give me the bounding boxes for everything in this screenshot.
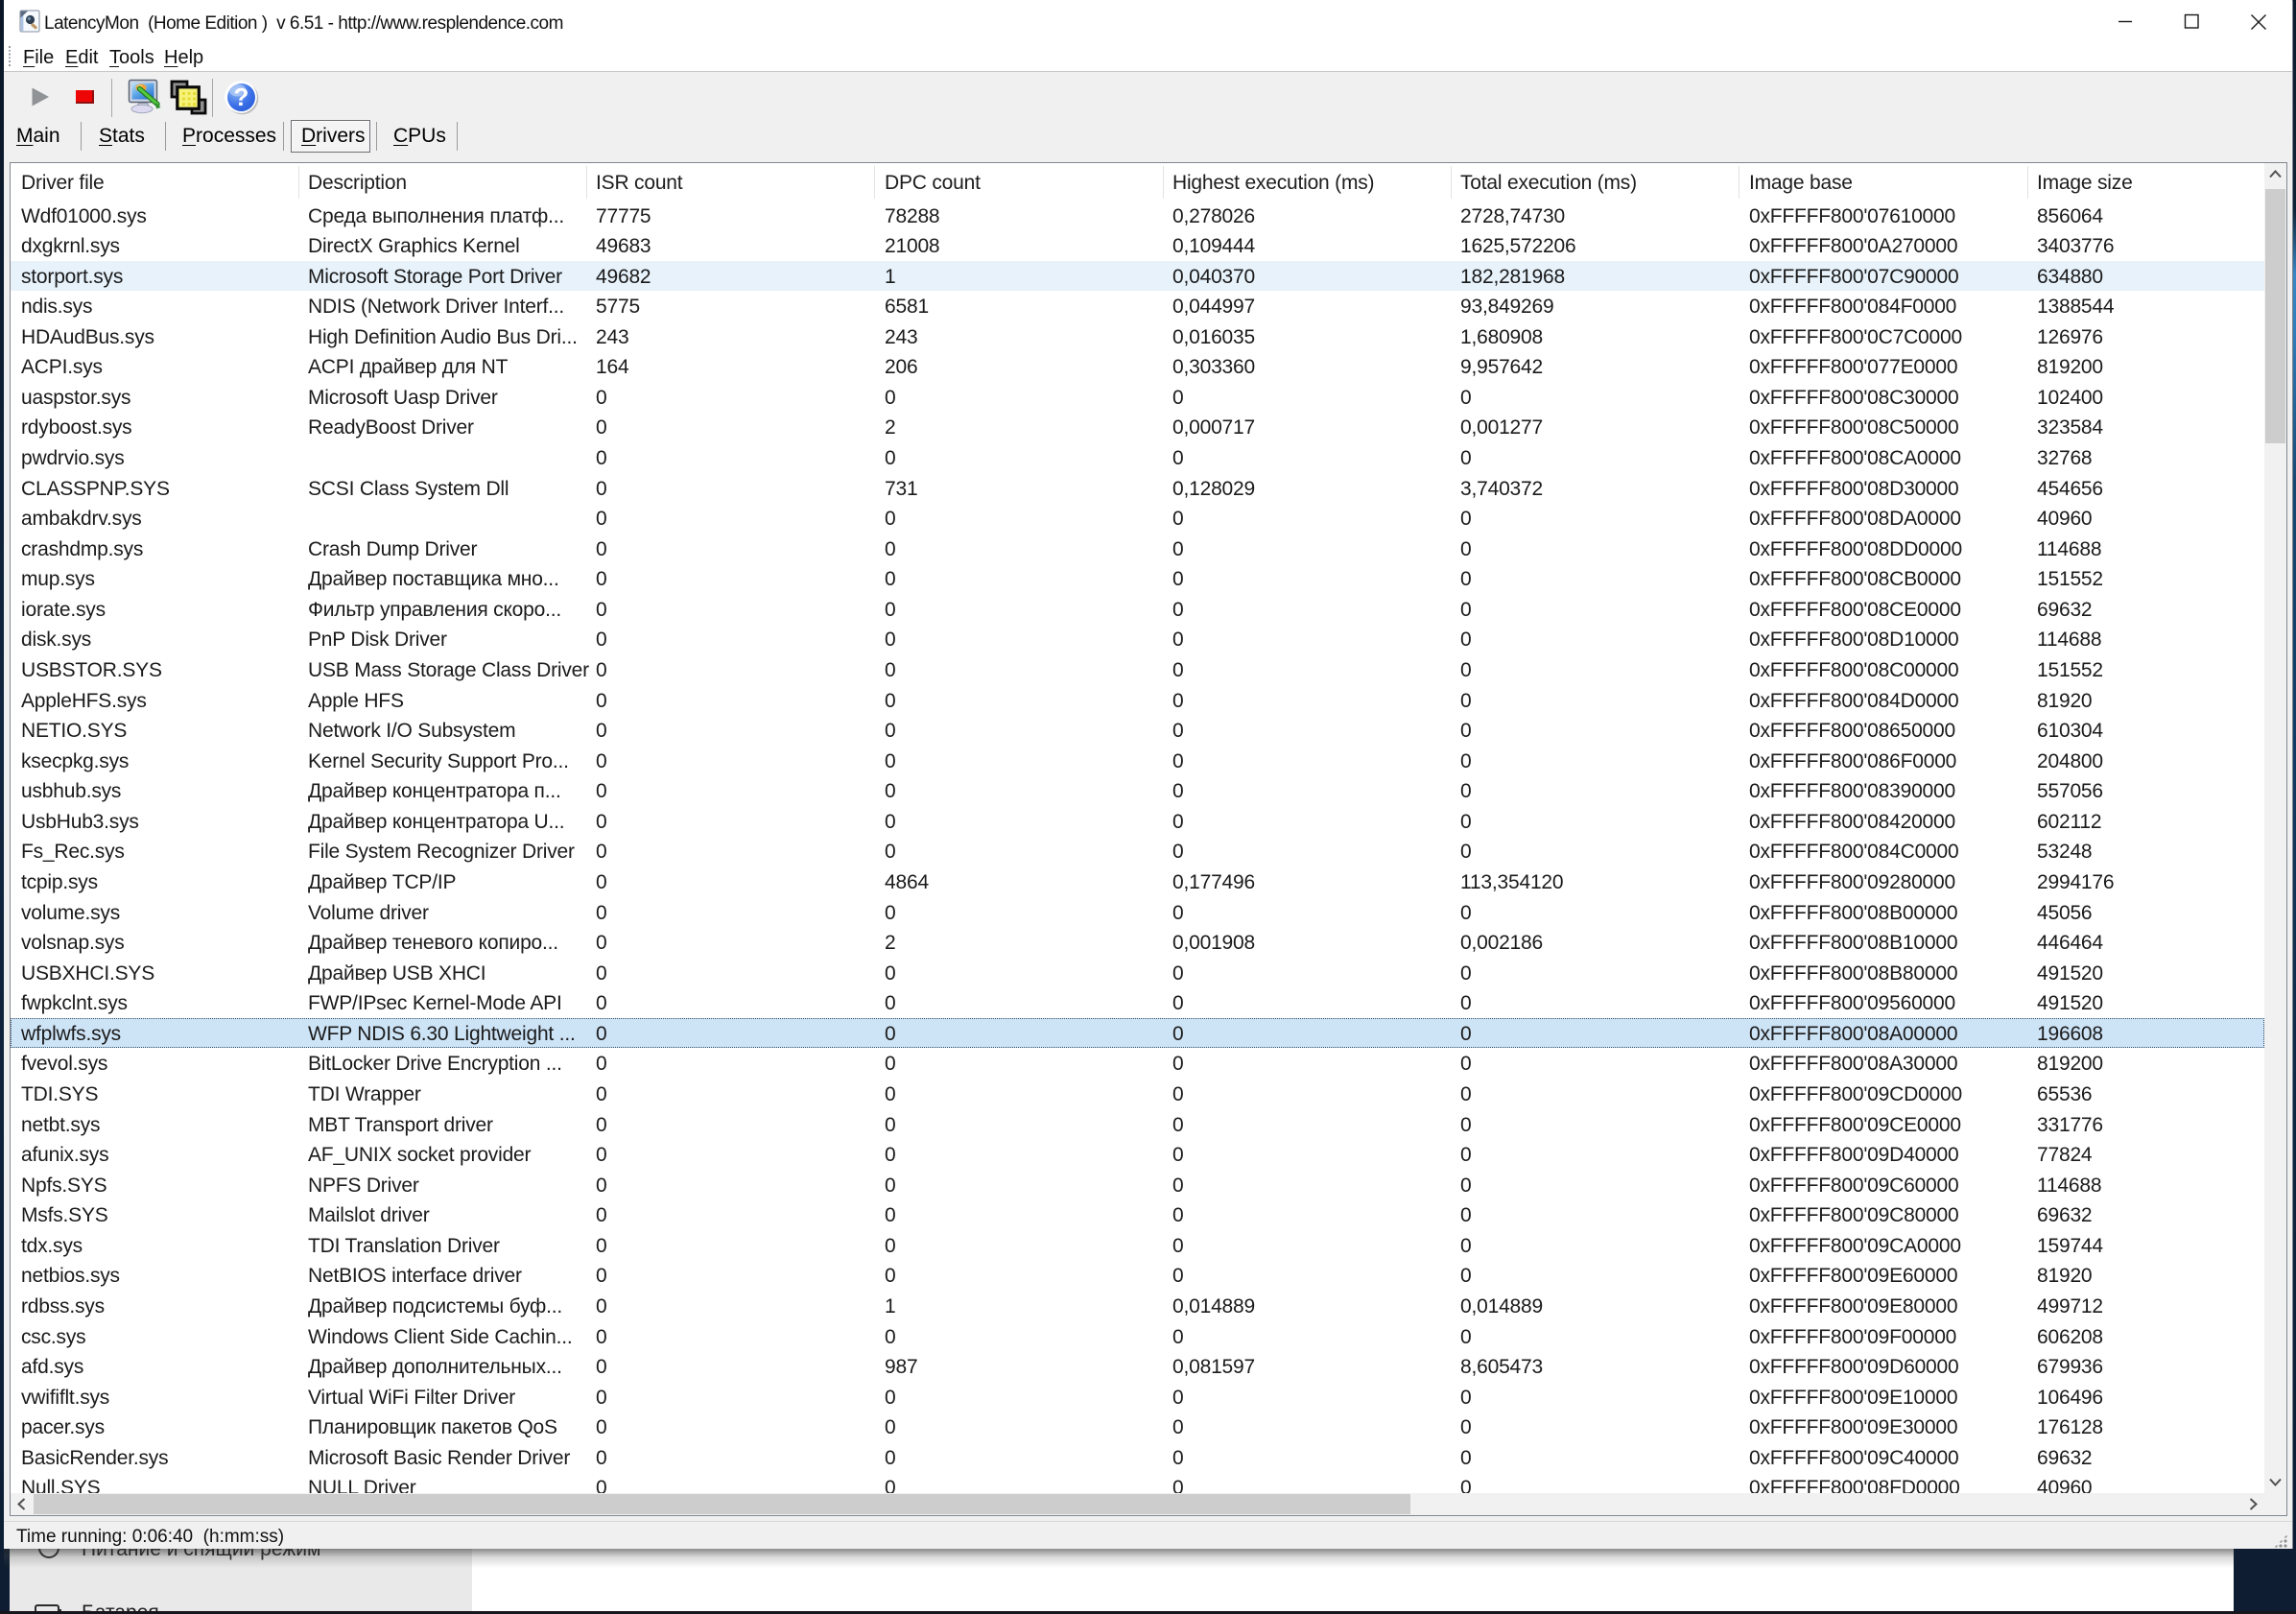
svg-text:?: ? (234, 83, 249, 111)
